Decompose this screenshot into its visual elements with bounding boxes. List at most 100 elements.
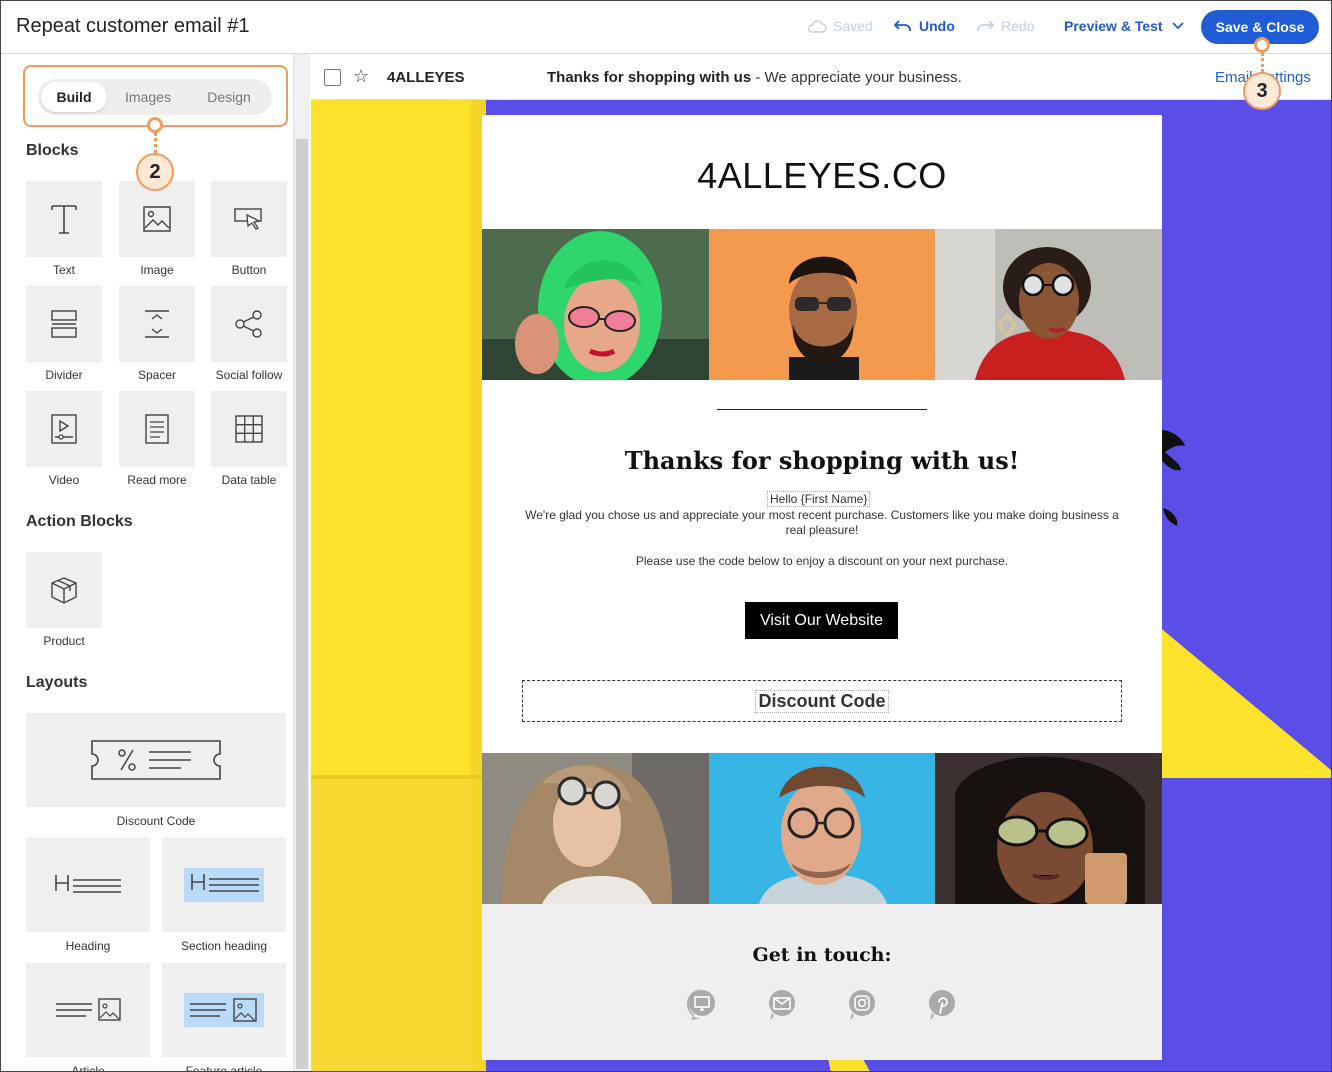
photo-long-hair-woman[interactable]: [482, 753, 709, 904]
callout-3-badge: 3: [1243, 72, 1281, 110]
block-read-more[interactable]: Read more: [119, 391, 195, 487]
tab-build[interactable]: Build: [41, 82, 107, 112]
photo-short-hair-woman[interactable]: [935, 753, 1163, 904]
photo-curly-hair-woman[interactable]: [935, 229, 1163, 380]
divider-line[interactable]: [717, 409, 927, 410]
discount-code-block[interactable]: Discount Code: [522, 680, 1122, 722]
left-panel: Build Images Design Blocks Text Image Bu…: [1, 54, 293, 1072]
saved-status: Saved: [807, 18, 873, 34]
scrollbar-thumb[interactable]: [296, 139, 308, 1069]
email-headline[interactable]: Thanks for shopping with us!: [482, 446, 1162, 475]
callout-3-connector: [1261, 53, 1264, 72]
section-heading-icon: [184, 868, 264, 902]
subject-main: Thanks for shopping with us: [547, 69, 752, 86]
coupon-icon: [91, 740, 221, 780]
portrait-image: [482, 229, 709, 380]
top-bar: Repeat customer email #1 Saved Undo Redo…: [1, 1, 1331, 54]
image-icon: [143, 206, 171, 232]
select-checkbox[interactable]: [324, 69, 341, 86]
block-video[interactable]: Video: [26, 391, 102, 487]
block-label: Data table: [221, 473, 277, 487]
block-divider[interactable]: Divider: [26, 286, 102, 382]
button-icon: [234, 208, 262, 230]
saved-label: Saved: [833, 18, 873, 34]
action-blocks-heading: Action Blocks: [26, 513, 133, 530]
email-footer[interactable]: Get in touch:: [482, 904, 1162, 1060]
block-label: Image: [140, 263, 174, 277]
layout-label: Section heading: [180, 939, 268, 953]
photo-row-top[interactable]: [482, 229, 1163, 380]
tab-design[interactable]: Design: [189, 82, 269, 112]
document-title[interactable]: Repeat customer email #1: [16, 15, 249, 38]
star-icon[interactable]: ☆: [353, 66, 369, 87]
app-window: Repeat customer email #1 Saved Undo Redo…: [0, 0, 1332, 1072]
discount-code-label[interactable]: Discount Code: [755, 689, 889, 713]
divider-icon: [51, 310, 77, 338]
portrait-image: [708, 753, 936, 904]
block-label: Video: [48, 473, 80, 487]
layout-discount-code[interactable]: Discount Code: [26, 713, 286, 828]
undo-label: Undo: [919, 18, 955, 34]
block-label: Read more: [127, 473, 187, 487]
layout-heading[interactable]: Heading: [26, 838, 150, 953]
redo-button[interactable]: Redo: [975, 18, 1034, 34]
instagram-icon[interactable]: [845, 987, 879, 1021]
feature-article-icon: [184, 993, 264, 1027]
chevron-down-icon: [1171, 22, 1184, 30]
email-icon[interactable]: [765, 987, 799, 1021]
block-label: Text: [52, 263, 75, 277]
visit-website-button[interactable]: Visit Our Website: [745, 602, 898, 639]
layout-label: Discount Code: [116, 814, 196, 828]
block-product[interactable]: Product: [26, 552, 102, 648]
redo-icon: [977, 20, 995, 31]
undo-button[interactable]: Undo: [893, 18, 955, 34]
block-label: Spacer: [137, 368, 177, 382]
layout-section-heading[interactable]: Section heading: [162, 838, 286, 953]
layout-article[interactable]: Article: [26, 963, 150, 1071]
block-social-follow[interactable]: Social follow: [211, 286, 287, 382]
portrait-image: [482, 753, 709, 904]
redo-label: Redo: [1001, 18, 1035, 34]
block-label: Button: [231, 263, 267, 277]
photo-green-hair-woman[interactable]: [482, 229, 709, 380]
portrait-image: [708, 229, 936, 380]
callout-2-anchor: [147, 117, 163, 133]
photo-row-bottom[interactable]: [482, 753, 1163, 904]
pinterest-icon[interactable]: [925, 987, 959, 1021]
block-data-table[interactable]: Data table: [211, 391, 287, 487]
preview-test-button[interactable]: Preview & Test: [1064, 18, 1187, 34]
block-label: Divider: [45, 368, 83, 382]
photo-glasses-man[interactable]: [708, 753, 936, 904]
heading-icon: [55, 875, 121, 893]
block-label: Product: [43, 634, 85, 648]
block-spacer[interactable]: Spacer: [119, 286, 195, 382]
block-label: Social follow: [215, 368, 283, 382]
undo-icon: [893, 20, 911, 31]
email-header-bar: ☆ 4ALLEYES Thanks for shopping with us -…: [311, 54, 1331, 100]
footer-heading[interactable]: Get in touch:: [482, 944, 1162, 966]
article-icon: [56, 998, 121, 1021]
callout-2-badge: 2: [136, 153, 174, 191]
website-icon[interactable]: [685, 987, 719, 1021]
cloud-icon: [808, 20, 827, 33]
discount-instructions[interactable]: Please use the code below to enjoy a dis…: [482, 554, 1162, 568]
email-body[interactable]: 4ALLEYES.CO Thanks for shopping with us!…: [482, 115, 1163, 1060]
block-image[interactable]: Image: [119, 181, 195, 277]
block-text[interactable]: Text: [26, 181, 102, 277]
tab-images[interactable]: Images: [107, 82, 189, 112]
photo-bearded-man[interactable]: [708, 229, 936, 380]
brand-logo[interactable]: 4ALLEYES.CO: [482, 155, 1162, 197]
block-button[interactable]: Button: [211, 181, 287, 277]
layout-label: Feature article: [185, 1064, 263, 1072]
greeting-text[interactable]: Hello {First Name}: [767, 491, 871, 507]
layout-feature-article[interactable]: Feature article: [162, 963, 286, 1072]
layout-label: Heading: [65, 939, 111, 953]
portrait-image: [935, 753, 1163, 904]
portrait-image: [935, 229, 1163, 380]
left-panel-scrollbar[interactable]: [293, 54, 310, 1071]
box-icon: [51, 577, 77, 604]
subject-preheader: - We appreciate your business.: [751, 69, 962, 86]
callout-3-anchor: [1254, 37, 1270, 53]
share-icon: [235, 310, 262, 338]
email-body-text[interactable]: We're glad you chose us and appreciate y…: [522, 508, 1122, 538]
